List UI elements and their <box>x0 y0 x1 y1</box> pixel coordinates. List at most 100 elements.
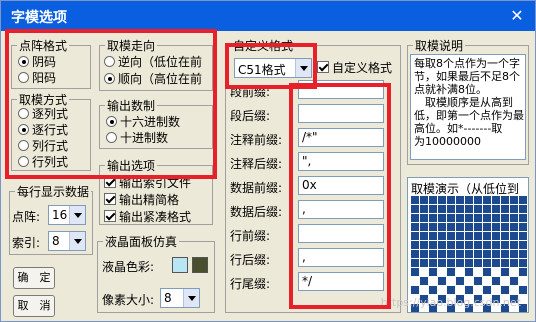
demo-pixel <box>492 196 500 204</box>
watermark: https://yiao.blog.csdn.net <box>380 296 521 309</box>
field-label: 数据前缀: <box>230 181 283 195</box>
demo-pixel <box>501 259 509 267</box>
lcd-panel-legend: 液晶面板仿真 <box>103 233 180 250</box>
demo-pixel <box>528 259 529 267</box>
field-input[interactable]: 0x <box>298 176 384 195</box>
demo-pixel <box>519 214 527 222</box>
checkbox-index-file[interactable]: 输出索引文件 <box>104 175 191 191</box>
field-input[interactable] <box>298 224 384 243</box>
field-input[interactable]: , <box>298 200 384 219</box>
field-input[interactable] <box>298 80 384 99</box>
demo-pixel <box>420 223 428 231</box>
demo-pixel <box>420 286 428 294</box>
demo-pixel <box>411 250 419 258</box>
demo-pixel <box>519 196 527 204</box>
demo-pixel <box>438 214 446 222</box>
demo-pixel <box>438 241 446 249</box>
demo-pixel <box>519 277 527 285</box>
demo-pixel <box>429 223 437 231</box>
lcd-panel-group: 液晶面板仿真 液晶色彩: 像素大小: 8 <box>97 233 215 313</box>
demo-pixel <box>483 259 491 267</box>
radio-forward[interactable]: 顺向（高位在前 <box>104 71 210 87</box>
demo-pixel <box>420 250 428 258</box>
radio-hex[interactable]: 十六进制数 <box>106 114 180 130</box>
demo-pixel <box>420 214 428 222</box>
cancel-button[interactable]: 取 消 <box>13 295 55 317</box>
checkbox-compact-format[interactable]: 输出紧凑格式 <box>104 209 212 225</box>
demo-pixel <box>411 277 419 285</box>
demo-pixel <box>429 259 437 267</box>
demo-pixel <box>456 214 464 222</box>
demo-pixel <box>474 250 482 258</box>
demo-pixel <box>519 268 527 276</box>
radio-row-column[interactable]: 行列式 <box>18 154 68 170</box>
demo-pixel <box>510 277 518 285</box>
demo-pixel <box>492 205 500 213</box>
demo-pixel <box>447 223 455 231</box>
demo-pixel <box>438 250 446 258</box>
demo-pixel <box>483 223 491 231</box>
checkbox-concise-format[interactable]: 输出精简格 <box>104 192 179 208</box>
radio-positive-code[interactable]: 阳码 <box>18 70 56 86</box>
custom-format-group: 自定义格式 C51格式 自定义格式 段前缀: 段后缀: 注释前缀: /*" 注释后缀: "… <box>225 37 401 313</box>
demo-pixel <box>501 277 509 285</box>
demo-pixel <box>420 259 428 267</box>
demo-pixel <box>429 214 437 222</box>
field-label: 行后缀: <box>230 253 271 267</box>
radio-decimal[interactable]: 十进制数 <box>106 130 168 146</box>
field-input[interactable]: ", <box>298 152 384 171</box>
demo-pixel <box>492 223 500 231</box>
field-input[interactable] <box>298 104 384 123</box>
demo-pixel <box>528 232 529 240</box>
field-input[interactable]: /*" <box>298 128 384 147</box>
checkbox-custom-format[interactable]: 自定义格式 <box>317 60 399 76</box>
demo-pixel <box>438 268 446 276</box>
pixel-size-select[interactable]: 8 <box>160 288 200 308</box>
dot-format-legend: 点阵格式 <box>17 37 70 54</box>
demo-pixel <box>447 196 455 204</box>
demo-pixel <box>510 214 518 222</box>
demo-pixel <box>465 277 473 285</box>
radio-column-wise[interactable]: 逐列式 <box>18 106 68 122</box>
direction-legend: 取模走向 <box>105 37 158 54</box>
field-input[interactable]: */ <box>298 272 384 291</box>
demo-pixel <box>510 223 518 231</box>
field-label: 数据后缀: <box>230 205 283 219</box>
demo-pixel <box>474 223 482 231</box>
description-legend: 取模说明 <box>413 37 466 54</box>
demo-pixel <box>474 259 482 267</box>
demo-pixel <box>474 268 482 276</box>
demo-pixel <box>492 250 500 258</box>
index-per-line-select[interactable]: 8 <box>48 231 86 251</box>
ok-button[interactable]: 确 定 <box>13 267 55 289</box>
per-line-legend: 每行显示数据 <box>15 183 92 200</box>
dot-per-line-select[interactable]: 16 <box>48 205 86 225</box>
demo-pixel <box>456 223 464 231</box>
lcd-background-swatch[interactable] <box>172 257 188 273</box>
demo-pixel <box>510 286 518 294</box>
demo-pixel <box>483 214 491 222</box>
demo-pixel <box>447 214 455 222</box>
demo-pixel <box>429 232 437 240</box>
field-input[interactable]: , <box>298 248 384 267</box>
demo-pixel <box>528 250 529 258</box>
demo-pixel <box>429 277 437 285</box>
demo-pixel <box>474 232 482 240</box>
close-icon[interactable]: ✕ <box>505 5 529 27</box>
radio-negative-code[interactable]: 阴码 <box>18 54 56 70</box>
demo-pixel <box>474 241 482 249</box>
radio-reverse[interactable]: 逆向（低位在前 <box>104 54 210 70</box>
lcd-foreground-swatch[interactable] <box>192 257 208 273</box>
demo-pixel <box>528 286 529 294</box>
demo-pixel <box>438 232 446 240</box>
description-text: 每取8个点作为一个字 节，如果最后不足8个 点就补满8位。 取模顺序是从高到 低，即第… <box>410 54 526 160</box>
demo-pixel <box>528 214 529 222</box>
format-select[interactable]: C51格式 <box>234 58 312 78</box>
radio-column-row[interactable]: 列行式 <box>18 138 68 154</box>
demo-grid <box>411 196 529 312</box>
demo-pixel <box>501 232 509 240</box>
demo-pixel <box>528 223 529 231</box>
demo-pixel <box>429 268 437 276</box>
radio-row-wise[interactable]: 逐行式 <box>18 122 68 138</box>
custom-format-legend: 自定义格式 <box>231 37 296 54</box>
